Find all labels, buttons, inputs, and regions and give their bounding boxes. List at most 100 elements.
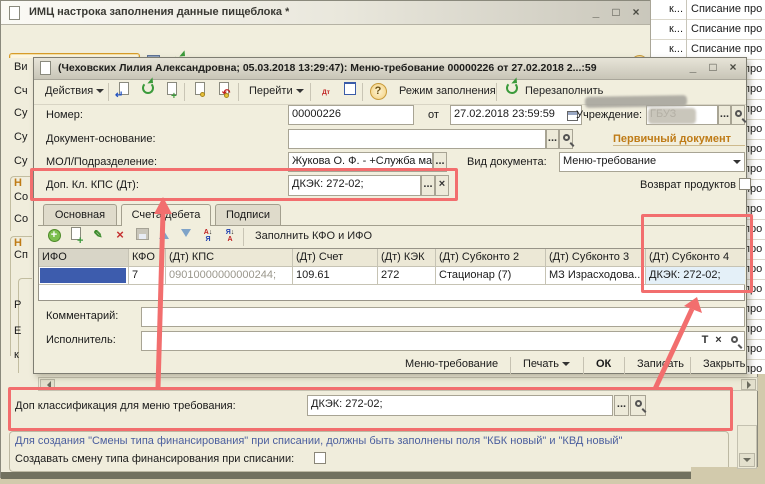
institution-ellipsis-button[interactable]: ... [718, 105, 731, 125]
actions-label: Действия [45, 85, 93, 97]
doc-kind-select[interactable]: Меню-требование [559, 152, 745, 172]
sort-asc-button[interactable]: А↓Я [199, 227, 217, 245]
print-button[interactable]: Печать [515, 355, 578, 375]
col-header-kfo[interactable]: КФО [129, 249, 166, 267]
doc-kind-label: Вид документа: [467, 156, 547, 168]
institution-search-button[interactable] [731, 105, 745, 125]
main-titlebar: ИМЦ настрока заполнения данные пищеблока… [1, 1, 758, 25]
list-row[interactable]: к...Списание про [651, 0, 765, 20]
scroll-right-button[interactable] [741, 379, 756, 390]
dialog-help-button[interactable]: ? [368, 82, 388, 102]
comment-label: Комментарий: [46, 310, 118, 322]
refill-icon-button [502, 82, 522, 102]
col-header-kps[interactable]: (Дт) КПС [166, 249, 293, 267]
tab-osnovnaya[interactable]: Основная [43, 204, 117, 225]
table-row[interactable]: 709010000000000244;109.61272Стационар (7… [39, 267, 744, 285]
clipped-label: Сч [14, 85, 28, 97]
delete-row-button[interactable]: × [111, 227, 129, 245]
fill-kfo-ifo-button[interactable]: Заполнить КФО и ИФО [250, 227, 377, 247]
clipped-label: Со [14, 213, 28, 225]
cell-ifo[interactable] [39, 267, 129, 285]
ok-button[interactable]: ОК [588, 355, 619, 375]
cell-sub3[interactable]: МЗ Израсходова... [546, 267, 646, 285]
executor-label: Исполнитель: [46, 334, 116, 346]
minimize-button[interactable]: _ [587, 5, 605, 21]
base-doc-input[interactable] [288, 129, 546, 149]
main-window-title: ИМЦ настрока заполнения данные пищеблока… [29, 6, 289, 18]
dialog-minimize-button[interactable]: _ [684, 60, 702, 76]
list-row[interactable]: к...Списание про [651, 20, 765, 40]
col-header-sub3[interactable]: (Дт) Субконто 3 [546, 249, 646, 267]
menu-request-button[interactable]: Меню-требование [397, 355, 506, 375]
write-button[interactable]: ↵ [114, 82, 134, 102]
dtkt-button[interactable]: ДтКт [316, 82, 336, 102]
cell-sub2[interactable]: Стационар (7) [436, 267, 546, 285]
cell-schet[interactable]: 109.61 [293, 267, 378, 285]
arrow-down-icon [181, 229, 191, 242]
create-change-checkbox[interactable] [314, 452, 326, 464]
journal-button[interactable] [340, 82, 360, 102]
redaction-smudge [648, 108, 696, 124]
unpost-document-button[interactable]: ↶ [214, 82, 234, 102]
copy-row-button[interactable]: + [67, 227, 85, 245]
close-bottom-button[interactable]: Закрыть [695, 355, 753, 375]
move-up-button[interactable] [155, 226, 173, 244]
cell-kfo[interactable]: 7 [129, 267, 166, 285]
left-fragments: ВиСчСуСуСуНСоСоНСпРЕк [1, 58, 34, 375]
print-label: Печать [523, 358, 559, 370]
dialog-maximize-button[interactable]: □ [704, 60, 722, 76]
base-doc-ellipsis-button[interactable]: ... [546, 129, 559, 149]
base-doc-search-button[interactable] [559, 129, 573, 149]
date-input[interactable]: 27.02.2018 23:59:59 [450, 105, 582, 125]
selected-cell [40, 268, 126, 283]
reread-button[interactable] [138, 82, 158, 102]
end-edit-button[interactable] [133, 228, 151, 246]
clipped-label: Су [14, 107, 27, 119]
col-header-ifo[interactable]: ИФО [39, 249, 129, 267]
col-header-schet[interactable]: (Дт) Счет [293, 249, 378, 267]
comment-input[interactable] [141, 307, 745, 327]
help-icon: ? [370, 83, 387, 100]
executor-search-button[interactable] [726, 332, 742, 350]
executor-text-button[interactable]: T [698, 332, 712, 350]
add-row-button[interactable]: + [45, 227, 63, 245]
tab-podpisi[interactable]: Подписи [215, 204, 281, 225]
edit-row-button[interactable]: ✎ [89, 227, 107, 245]
write-bottom-button[interactable]: Записать [629, 355, 692, 375]
clipped-label: Сп [14, 249, 28, 261]
arrow-up-icon [159, 226, 169, 239]
number-input[interactable]: 00000226 [288, 105, 414, 125]
post-document-button[interactable] [190, 82, 210, 102]
accounts-table: ИФОКФО(Дт) КПС(Дт) Счет(Дт) КЭК(Дт) Субк… [38, 248, 745, 301]
chevron-down-icon [96, 89, 104, 97]
col-header-sub2[interactable]: (Дт) Субконто 2 [436, 249, 546, 267]
executor-input[interactable] [141, 331, 745, 351]
list-cell-ref: к... [651, 20, 687, 40]
annotation-box-subkonto4 [641, 214, 753, 293]
actions-button[interactable]: Действия [40, 82, 109, 102]
cell-kps[interactable]: 09010000000000244; [166, 267, 293, 285]
vertical-scrollbar[interactable] [737, 425, 757, 469]
window-icon [9, 6, 20, 20]
dialog-close-button[interactable]: × [724, 60, 742, 76]
goto-button[interactable]: Перейти [244, 82, 309, 102]
move-down-button[interactable] [177, 224, 195, 242]
copy-button[interactable]: + [162, 82, 182, 102]
scroll-down-button[interactable] [739, 453, 755, 467]
create-change-label: Создавать смену типа финансирования при … [15, 453, 294, 465]
cell-kek[interactable]: 272 [378, 267, 436, 285]
primary-doc-header: Первичный документ [613, 133, 745, 146]
add-icon: + [48, 229, 61, 242]
from-label: от [428, 109, 439, 121]
coin-icon [224, 93, 229, 98]
sort-desc-button[interactable]: Я↓А [221, 227, 239, 245]
fill-mode-button[interactable]: Режим заполнения [394, 82, 501, 102]
close-button[interactable]: × [627, 5, 645, 21]
maximize-button[interactable]: □ [607, 5, 625, 21]
return-products-checkbox[interactable] [739, 178, 751, 190]
executor-clear-button[interactable]: × [712, 332, 725, 350]
col-header-kek[interactable]: (Дт) КЭК [378, 249, 436, 267]
tab-scheta-debeta[interactable]: Счета дебета [121, 204, 211, 226]
list-cell-title: Списание про [687, 0, 762, 19]
financing-hint-text: Для создания "Смены типа финансирования"… [15, 435, 622, 447]
